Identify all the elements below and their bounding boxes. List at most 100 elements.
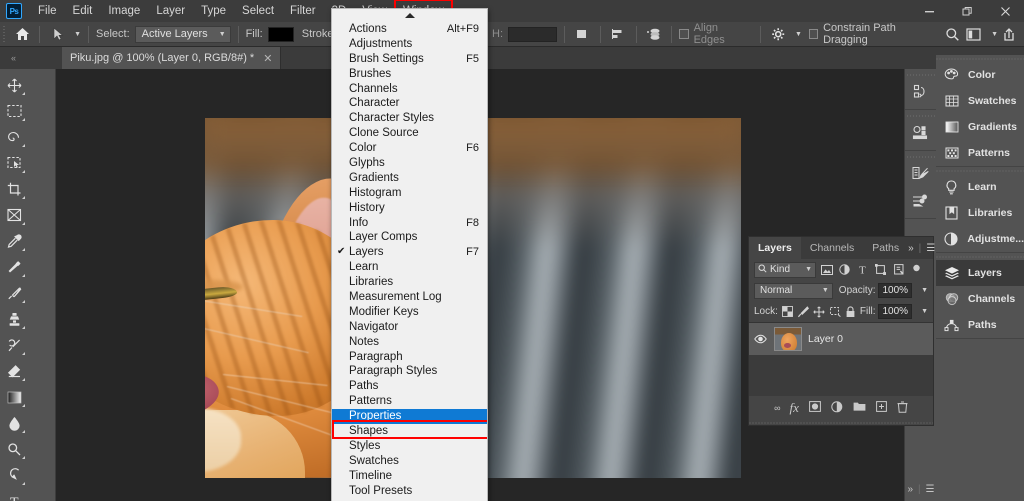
actions-panel-icon[interactable] xyxy=(905,119,937,146)
gear-icon[interactable] xyxy=(768,24,789,44)
menu-item-tool-presets[interactable]: Tool Presets xyxy=(332,484,487,499)
dock-item-patterns[interactable]: Patterns xyxy=(936,140,1024,166)
workspace-icon[interactable] xyxy=(963,24,985,44)
filter-toggle-icon[interactable] xyxy=(909,262,924,278)
blend-mode-dropdown[interactable]: Normal ▼ xyxy=(754,282,833,299)
menu-filter[interactable]: Filter xyxy=(282,0,324,22)
lock-artboard-icon[interactable] xyxy=(828,304,841,320)
menu-item-glyphs[interactable]: Glyphs xyxy=(332,156,487,171)
filter-kind-dropdown[interactable]: Kind ▼ xyxy=(754,261,816,278)
options-bar-grip[interactable] xyxy=(3,25,8,43)
eyedropper-tool[interactable] xyxy=(0,228,28,254)
menu-item-channels[interactable]: Channels xyxy=(332,82,487,97)
workspace-chevron-down-icon[interactable]: ▼ xyxy=(991,31,998,38)
height-input[interactable] xyxy=(508,26,558,42)
new-layer-icon[interactable] xyxy=(876,401,887,415)
restore-button[interactable] xyxy=(948,0,986,22)
brush-tool[interactable] xyxy=(0,280,28,306)
eraser-tool[interactable] xyxy=(0,358,28,384)
menu-item-patterns[interactable]: Patterns xyxy=(332,394,487,409)
lock-image-pixels-icon[interactable] xyxy=(797,304,810,320)
blur-tool[interactable] xyxy=(0,410,28,436)
brush-settings-panel-icon[interactable] xyxy=(905,160,937,187)
double-chevron-right-icon[interactable]: » xyxy=(908,243,914,254)
move-tool[interactable] xyxy=(0,72,28,98)
dock-item-layers[interactable]: Layers xyxy=(936,260,1024,286)
spot-healing-brush-tool[interactable] xyxy=(0,254,28,280)
brushes-panel-icon[interactable] xyxy=(905,187,937,214)
pixel-filter-icon[interactable] xyxy=(819,262,834,278)
tab-channels[interactable]: Channels xyxy=(801,237,863,259)
panel-grip[interactable] xyxy=(905,154,936,160)
menu-item-learn[interactable]: Learn xyxy=(332,260,487,275)
window-menu-dropdown[interactable]: Actions Alt+F9 Adjustments Brush Settings F5… xyxy=(331,8,488,501)
dodge-tool[interactable] xyxy=(0,436,28,462)
smart-object-filter-icon[interactable] xyxy=(891,262,906,278)
lock-transparent-pixels-icon[interactable] xyxy=(781,304,794,320)
align-edges-checkbox[interactable]: Align Edges xyxy=(679,22,753,46)
close-button[interactable] xyxy=(986,0,1024,22)
search-icon[interactable] xyxy=(941,24,963,44)
menu-item-navigator[interactable]: Navigator xyxy=(332,320,487,335)
tool-preset-chevron-down-icon[interactable]: ▼ xyxy=(74,31,81,38)
layer-style-fx-icon[interactable]: fx xyxy=(790,400,799,416)
dock-item-adjustments[interactable]: Adjustme... xyxy=(936,226,1024,252)
menu-item-measurement-log[interactable]: Measurement Log xyxy=(332,290,487,305)
menu-layer[interactable]: Layer xyxy=(148,0,193,22)
constrain-path-dragging-checkbox[interactable]: Constrain Path Dragging xyxy=(808,22,941,46)
tab-paths[interactable]: Paths xyxy=(863,237,908,259)
gradient-tool[interactable] xyxy=(0,384,28,410)
new-adjustment-layer-icon[interactable] xyxy=(831,400,843,416)
close-icon[interactable]: ✕ xyxy=(263,52,272,65)
menu-file[interactable]: File xyxy=(30,0,65,22)
history-panel-icon[interactable] xyxy=(905,78,937,105)
menu-edit[interactable]: Edit xyxy=(65,0,101,22)
pen-tool[interactable] xyxy=(0,462,28,488)
panel-grip[interactable] xyxy=(936,55,1024,62)
menu-item-character-styles[interactable]: Character Styles xyxy=(332,111,487,126)
lock-position-icon[interactable] xyxy=(813,304,826,320)
document-tab[interactable]: Piku.jpg @ 100% (Layer 0, RGB/8#) * ✕ xyxy=(62,47,282,69)
menu-item-info[interactable]: Info F8 xyxy=(332,216,487,231)
menu-item-paragraph[interactable]: Paragraph xyxy=(332,350,487,365)
menu-item-libraries[interactable]: Libraries xyxy=(332,275,487,290)
menu-item-modifier-keys[interactable]: Modifier Keys xyxy=(332,305,487,320)
opacity-chevron-down-icon[interactable]: ▼ xyxy=(921,287,928,294)
menu-item-brush-settings[interactable]: Brush Settings F5 xyxy=(332,52,487,67)
layer-thumbnail[interactable] xyxy=(774,327,802,351)
menu-type[interactable]: Type xyxy=(193,0,234,22)
home-icon[interactable] xyxy=(12,24,33,44)
share-icon[interactable] xyxy=(998,24,1020,44)
menu-item-actions[interactable]: Actions Alt+F9 xyxy=(332,22,487,37)
fill-chevron-down-icon[interactable]: ▼ xyxy=(921,308,928,315)
dock-item-paths[interactable]: Paths xyxy=(936,312,1024,338)
new-group-icon[interactable] xyxy=(853,401,866,415)
dock-item-channels[interactable]: Channels xyxy=(936,286,1024,312)
shape-filter-icon[interactable] xyxy=(873,262,888,278)
menu-item-shapes[interactable]: Shapes xyxy=(332,424,487,439)
dock-item-gradients[interactable]: Gradients xyxy=(936,114,1024,140)
panel-grip[interactable] xyxy=(936,167,1024,174)
menu-item-color[interactable]: Color F6 xyxy=(332,141,487,156)
menu-item-clone-source[interactable]: Clone Source xyxy=(332,126,487,141)
panel-resize-grip[interactable] xyxy=(749,420,933,425)
menu-item-gradients[interactable]: Gradients xyxy=(332,171,487,186)
menu-item-timeline[interactable]: Timeline xyxy=(332,469,487,484)
dock-item-learn[interactable]: Learn xyxy=(936,174,1024,200)
tab-layers[interactable]: Layers xyxy=(749,237,801,259)
double-chevron-right-icon[interactable]: » xyxy=(907,484,913,495)
layer-row[interactable]: Layer 0 xyxy=(749,323,933,355)
minimize-button[interactable] xyxy=(910,0,948,22)
path-operations-icon[interactable] xyxy=(572,24,593,44)
menu-item-notes[interactable]: Notes xyxy=(332,335,487,350)
menu-item-character[interactable]: Character xyxy=(332,96,487,111)
object-selection-tool[interactable] xyxy=(0,150,28,176)
fill-color-swatch[interactable] xyxy=(267,26,295,42)
select-target-dropdown[interactable]: Active Layers ▼ xyxy=(134,25,231,43)
menu-item-history[interactable]: History xyxy=(332,201,487,216)
panel-menu-icon[interactable]: ☰ xyxy=(926,484,935,495)
panel-grip[interactable] xyxy=(905,72,936,78)
menu-item-histogram[interactable]: Histogram xyxy=(332,186,487,201)
menu-image[interactable]: Image xyxy=(100,0,148,22)
menu-item-layer-comps[interactable]: Layer Comps xyxy=(332,230,487,245)
